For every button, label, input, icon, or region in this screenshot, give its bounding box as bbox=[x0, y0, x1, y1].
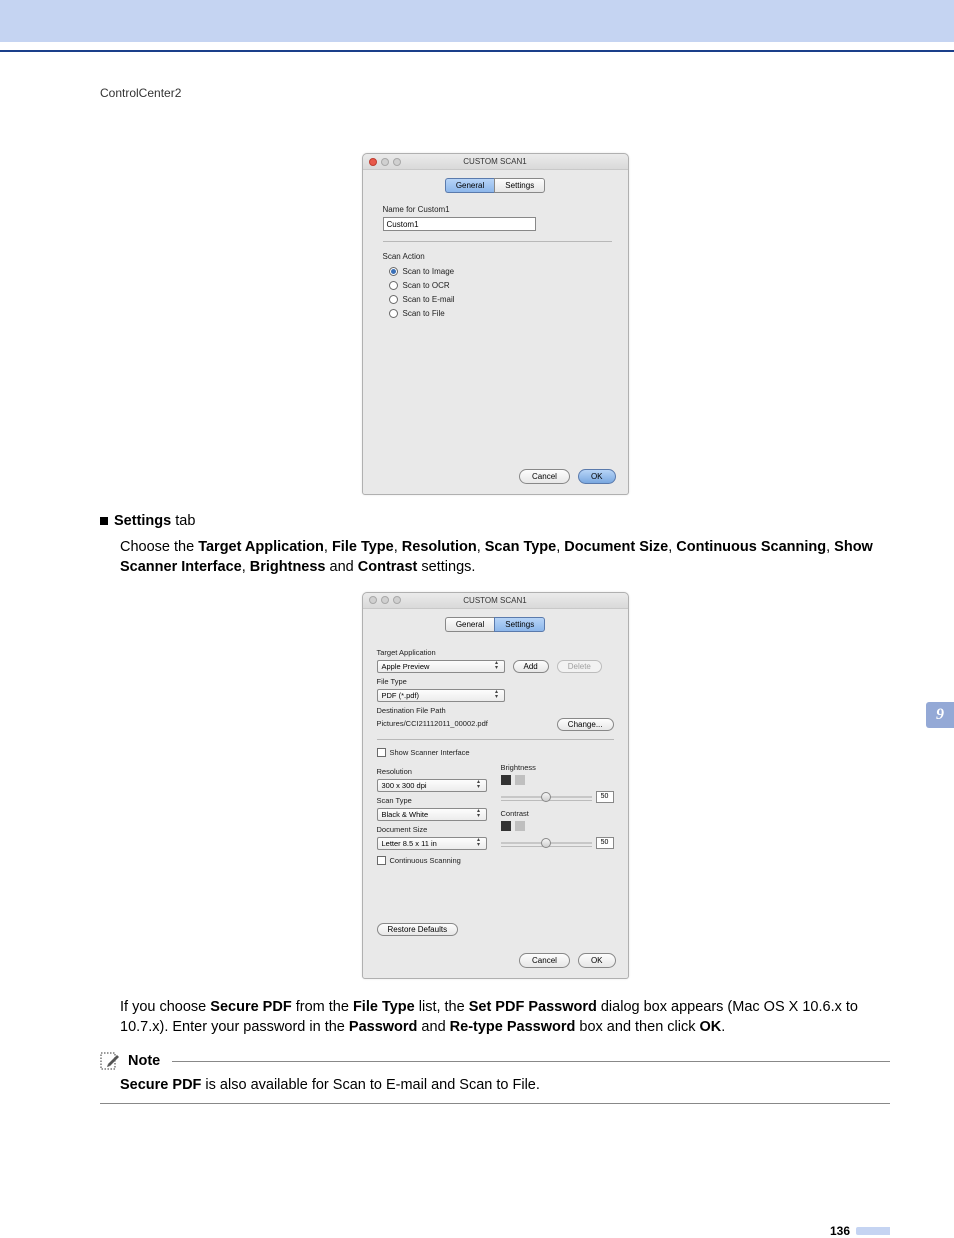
note-callout: Note Secure PDF is also available for Sc… bbox=[100, 1051, 890, 1104]
document-size-select[interactable]: Letter 8.5 x 11 in ▴▾ bbox=[377, 837, 487, 850]
brightness-slider[interactable] bbox=[501, 793, 592, 801]
checkbox-icon bbox=[377, 748, 386, 757]
resolution-select[interactable]: 300 x 300 dpi ▴▾ bbox=[377, 779, 487, 792]
custom-scan-dialog-general: CUSTOM SCAN1 General Settings Name for C… bbox=[362, 153, 629, 495]
secure-pdf-paragraph: If you choose Secure PDF from the File T… bbox=[120, 997, 890, 1038]
bullet-icon bbox=[100, 517, 108, 525]
contrast-label: Contrast bbox=[501, 809, 614, 818]
custom-name-value: Custom1 bbox=[387, 220, 419, 229]
delete-button: Delete bbox=[557, 660, 602, 673]
chevron-updown-icon: ▴▾ bbox=[474, 809, 484, 819]
checkbox-label: Continuous Scanning bbox=[390, 856, 461, 865]
note-body: Secure PDF is also available for Scan to… bbox=[120, 1077, 890, 1093]
divider bbox=[383, 241, 612, 242]
radio-icon bbox=[389, 309, 398, 318]
tab-settings[interactable]: Settings bbox=[494, 617, 545, 632]
resolution-label: Resolution bbox=[377, 767, 487, 776]
chevron-updown-icon: ▴▾ bbox=[492, 661, 502, 671]
minimize-icon bbox=[381, 596, 389, 604]
show-scanner-interface-checkbox[interactable]: Show Scanner Interface bbox=[377, 748, 614, 757]
restore-defaults-button[interactable]: Restore Defaults bbox=[377, 923, 459, 936]
divider bbox=[377, 739, 614, 740]
close-icon[interactable] bbox=[369, 158, 377, 166]
brightness-dark-icon bbox=[501, 775, 511, 785]
radio-label: Scan to File bbox=[403, 309, 445, 318]
page-header-title: ControlCenter2 bbox=[100, 86, 890, 100]
select-value: 300 x 300 dpi bbox=[382, 781, 427, 790]
radio-icon bbox=[389, 295, 398, 304]
zoom-icon bbox=[393, 596, 401, 604]
scan-type-label: Scan Type bbox=[377, 796, 487, 805]
cancel-button[interactable]: Cancel bbox=[519, 469, 570, 484]
slider-thumb[interactable] bbox=[541, 838, 551, 848]
chevron-updown-icon: ▴▾ bbox=[474, 780, 484, 790]
radio-icon bbox=[389, 281, 398, 290]
settings-heading-suffix: tab bbox=[171, 513, 195, 529]
destination-file-path-value: Pictures/CCI21112011_00002.pdf bbox=[377, 719, 488, 728]
note-rule-bottom bbox=[100, 1103, 890, 1104]
top-header-bar bbox=[0, 0, 954, 42]
destination-file-path-label: Destination File Path bbox=[377, 706, 614, 715]
ok-button[interactable]: OK bbox=[578, 469, 616, 484]
document-size-label: Document Size bbox=[377, 825, 487, 834]
minimize-icon bbox=[381, 158, 389, 166]
zoom-icon bbox=[393, 158, 401, 166]
dialog-title: CUSTOM SCAN1 bbox=[363, 157, 628, 166]
settings-heading-bold: Settings bbox=[114, 513, 171, 529]
contrast-value[interactable]: 50 bbox=[596, 837, 614, 849]
radio-scan-to-ocr[interactable]: Scan to OCR bbox=[389, 281, 612, 290]
chevron-updown-icon: ▴▾ bbox=[474, 838, 484, 848]
tab-general[interactable]: General bbox=[445, 178, 494, 193]
close-icon bbox=[369, 596, 377, 604]
ok-button[interactable]: OK bbox=[578, 953, 616, 968]
target-application-label: Target Application bbox=[377, 648, 614, 657]
file-type-select[interactable]: PDF (*.pdf) ▴▾ bbox=[377, 689, 505, 702]
contrast-light-icon bbox=[515, 821, 525, 831]
settings-tab-heading: Settings tab bbox=[100, 513, 890, 529]
radio-scan-to-email[interactable]: Scan to E-mail bbox=[389, 295, 612, 304]
note-rule bbox=[172, 1061, 890, 1062]
chapter-side-tab: 9 bbox=[926, 702, 954, 728]
brightness-label: Brightness bbox=[501, 763, 614, 772]
select-value: Black & White bbox=[382, 810, 429, 819]
select-value: Letter 8.5 x 11 in bbox=[382, 839, 437, 848]
scan-action-label: Scan Action bbox=[383, 252, 612, 261]
radio-label: Scan to E-mail bbox=[403, 295, 455, 304]
dialog-titlebar: CUSTOM SCAN1 bbox=[363, 593, 628, 609]
brightness-light-icon bbox=[515, 775, 525, 785]
tab-general[interactable]: General bbox=[445, 617, 494, 632]
chevron-updown-icon: ▴▾ bbox=[492, 690, 502, 700]
continuous-scanning-checkbox[interactable]: Continuous Scanning bbox=[377, 856, 487, 865]
checkbox-icon bbox=[377, 856, 386, 865]
radio-icon bbox=[389, 267, 398, 276]
tab-settings[interactable]: Settings bbox=[494, 178, 545, 193]
slider-thumb[interactable] bbox=[541, 792, 551, 802]
page-number-bar bbox=[856, 1227, 890, 1235]
radio-label: Scan to Image bbox=[403, 267, 455, 276]
note-pencil-icon bbox=[100, 1051, 122, 1071]
radio-scan-to-image[interactable]: Scan to Image bbox=[389, 267, 612, 276]
dialog-title: CUSTOM SCAN1 bbox=[363, 596, 628, 605]
contrast-dark-icon bbox=[501, 821, 511, 831]
change-button[interactable]: Change... bbox=[557, 718, 614, 731]
dialog-titlebar: CUSTOM SCAN1 bbox=[363, 154, 628, 170]
custom-name-input[interactable]: Custom1 bbox=[383, 217, 536, 231]
page-number: 136 bbox=[830, 1224, 850, 1238]
scan-type-select[interactable]: Black & White ▴▾ bbox=[377, 808, 487, 821]
radio-label: Scan to OCR bbox=[403, 281, 450, 290]
name-for-custom-label: Name for Custom1 bbox=[383, 205, 612, 214]
checkbox-label: Show Scanner Interface bbox=[390, 748, 470, 757]
radio-scan-to-file[interactable]: Scan to File bbox=[389, 309, 612, 318]
add-button[interactable]: Add bbox=[513, 660, 549, 673]
cancel-button[interactable]: Cancel bbox=[519, 953, 570, 968]
brightness-value[interactable]: 50 bbox=[596, 791, 614, 803]
file-type-label: File Type bbox=[377, 677, 614, 686]
select-value: PDF (*.pdf) bbox=[382, 691, 420, 700]
contrast-slider[interactable] bbox=[501, 839, 592, 847]
target-application-select[interactable]: Apple Preview ▴▾ bbox=[377, 660, 505, 673]
custom-scan-dialog-settings: CUSTOM SCAN1 General Settings Target App… bbox=[362, 592, 629, 979]
select-value: Apple Preview bbox=[382, 662, 430, 671]
settings-description-paragraph: Choose the Target Application, File Type… bbox=[120, 537, 890, 578]
note-title: Note bbox=[128, 1053, 160, 1069]
